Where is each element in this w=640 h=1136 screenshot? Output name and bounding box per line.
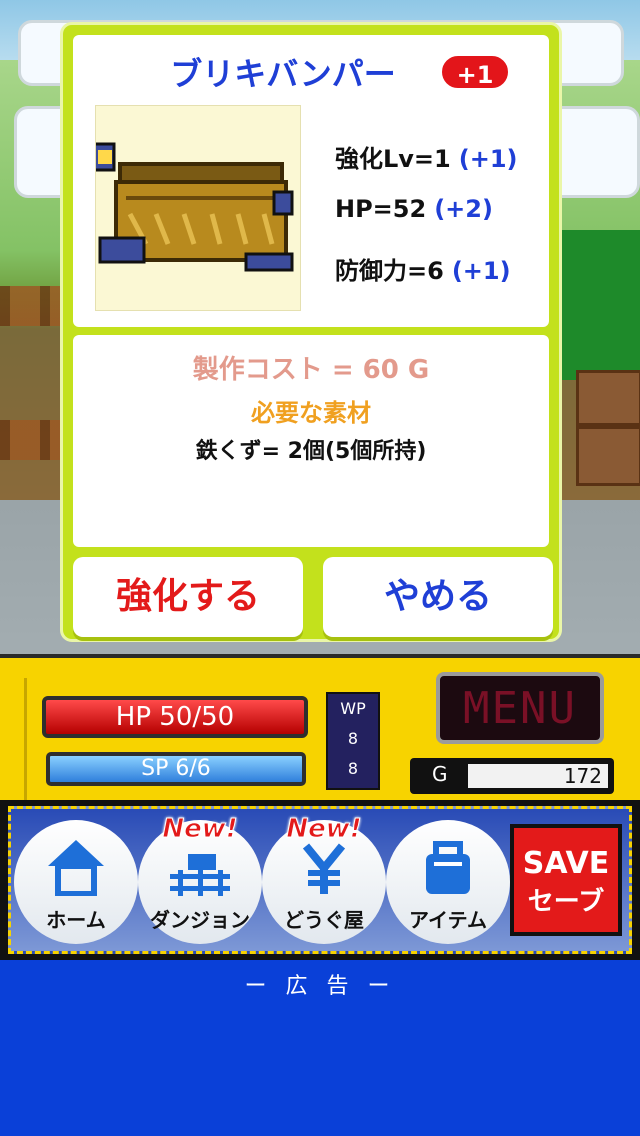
nav-label: どうぐ屋 xyxy=(284,908,364,932)
gold-display: G 172 xyxy=(410,758,614,794)
stat-plus: (+1) xyxy=(451,257,511,285)
nav-home-button[interactable]: ホーム xyxy=(14,820,138,944)
item-info-panel: ブリキバンパー +1 強化Lv=1 (+1) HP=52 (+2) 防御力=6 (+1… xyxy=(73,35,549,327)
stat-label: 強化Lv=1 xyxy=(335,145,451,173)
save-button[interactable]: SAVE セーブ xyxy=(510,824,622,936)
status-hud: HP 50/50 SP 6/6 WP 8 8 MENU G 172 xyxy=(0,654,640,804)
stat-plus: (+1) xyxy=(458,145,518,173)
item-image xyxy=(90,105,301,311)
sp-bar: SP 6/6 xyxy=(46,752,306,786)
gold-label: G xyxy=(432,762,448,786)
stat-defense: 防御力=6 (+1) xyxy=(335,251,511,286)
upgrade-dialog: ブリキバンパー +1 強化Lv=1 (+1) HP=52 (+2) 防御力=6 (+1… xyxy=(60,22,562,642)
materials-line: 鉄くず= 2個(5個所持) xyxy=(195,439,427,464)
stat-label: HP=52 xyxy=(335,195,427,223)
cancel-button[interactable]: やめる xyxy=(323,557,553,637)
nav-label: アイテム xyxy=(409,908,487,932)
materials-panel: 製作コスト = 60 G 必要な素材 鉄くず= 2個(5個所持) xyxy=(73,335,549,547)
stat-enhance-level: 強化Lv=1 (+1) xyxy=(335,139,518,174)
train-track-icon xyxy=(170,854,230,896)
nav-label: ダンジョン xyxy=(150,908,250,932)
ad-label: ー 広 告 ー xyxy=(244,974,396,999)
nav-dungeon-button[interactable]: New! ダンジョン xyxy=(138,814,262,944)
wp-counter: WP 8 8 xyxy=(326,692,380,790)
yen-icon xyxy=(302,843,346,894)
gold-value: 172 xyxy=(468,764,608,788)
background-structure xyxy=(562,230,640,380)
stat-hp: HP=52 (+2) xyxy=(335,195,493,223)
home-icon xyxy=(48,840,104,896)
save-label: SAVE xyxy=(522,846,610,881)
nav-item-button[interactable]: アイテム xyxy=(386,820,510,944)
enhance-level-badge: +1 xyxy=(439,53,511,91)
wp-label: WP xyxy=(340,699,366,718)
stat-label: 防御力=6 xyxy=(335,257,444,285)
item-name: ブリキバンパー xyxy=(170,55,396,93)
upgrade-button[interactable]: 強化する xyxy=(73,557,303,637)
bag-icon xyxy=(426,841,470,894)
materials-header: 必要な素材 xyxy=(251,399,371,427)
wp-value: 8 xyxy=(347,729,359,748)
menu-button[interactable]: MENU xyxy=(436,672,604,744)
stat-plus: (+2) xyxy=(434,195,493,223)
nav-label: ホーム xyxy=(46,908,106,932)
background-crate xyxy=(576,370,640,486)
craft-cost: 製作コスト = 60 G xyxy=(192,355,430,385)
hp-bar: HP 50/50 xyxy=(42,696,308,738)
save-label-jp: セーブ xyxy=(527,887,605,917)
wp-max: 8 xyxy=(347,759,359,778)
bumper-icon xyxy=(90,142,294,272)
nav-shop-button[interactable]: New! どうぐ屋 xyxy=(262,814,386,944)
